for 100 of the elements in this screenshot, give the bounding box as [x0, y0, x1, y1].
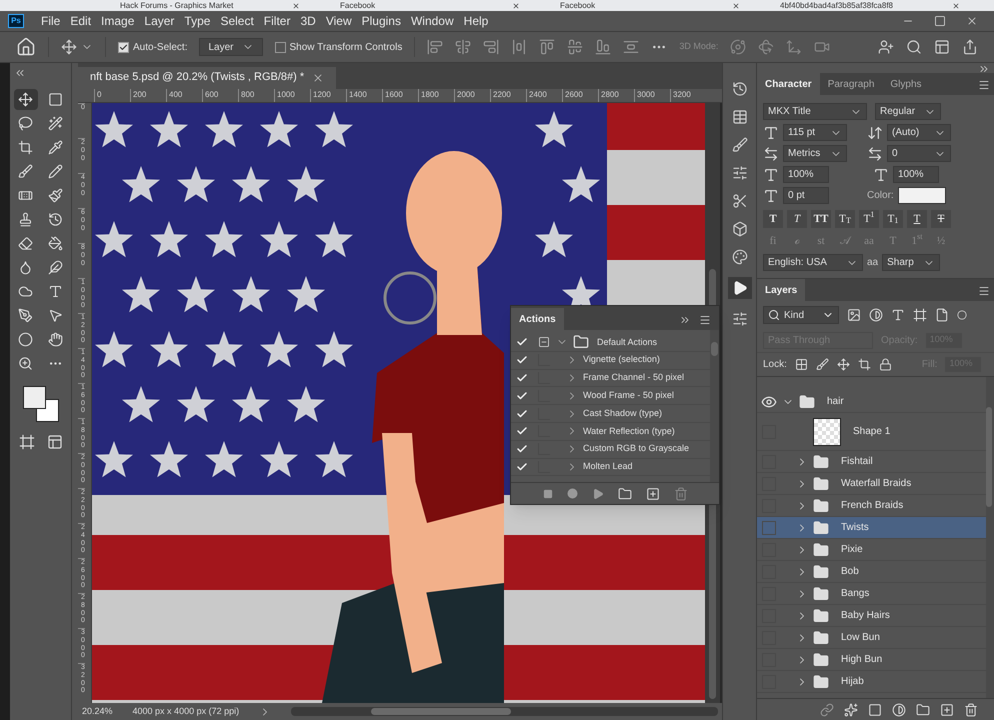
type-filter-icon[interactable] — [891, 308, 905, 322]
menu-item[interactable]: Select — [215, 12, 259, 30]
eye-icon[interactable] — [761, 394, 777, 410]
check-icon[interactable] — [516, 408, 528, 420]
play-icon[interactable] — [592, 488, 604, 500]
delete-icon[interactable] — [964, 702, 978, 716]
browser-tab[interactable]: Hack Forums - Graphics Market — [120, 0, 300, 10]
close-icon[interactable] — [512, 2, 520, 10]
history-icon[interactable] — [732, 81, 748, 97]
tool-button[interactable] — [14, 89, 38, 110]
ellipse-icon[interactable] — [18, 332, 33, 347]
brush-icon[interactable] — [732, 137, 748, 153]
type-style-button[interactable]: T — [931, 210, 951, 228]
properties-icon[interactable] — [732, 311, 748, 327]
scrollbar-thumb[interactable] — [711, 342, 718, 356]
folder-icon[interactable] — [916, 702, 930, 716]
visibility-toggle[interactable] — [762, 520, 776, 534]
new-layer-icon[interactable] — [940, 702, 954, 716]
panel-tab[interactable]: Paragraph — [820, 73, 882, 95]
droplet-icon[interactable] — [18, 260, 33, 275]
target-dropdown[interactable]: Layer — [199, 38, 262, 56]
tracking-field[interactable]: 0 — [887, 145, 951, 162]
type-style-button[interactable]: T — [907, 210, 927, 228]
adjustment-icon[interactable] — [892, 702, 906, 716]
distribute-icon[interactable] — [623, 39, 640, 55]
menu-item[interactable]: File — [36, 12, 66, 30]
home-icon[interactable] — [16, 37, 36, 57]
scrollbar-thumb[interactable] — [371, 708, 512, 716]
magic-wand-icon[interactable] — [48, 116, 63, 131]
type-style-button[interactable]: T — [763, 210, 783, 228]
checkbox[interactable] — [274, 42, 286, 52]
layer-row[interactable]: Twists — [757, 517, 986, 539]
action-row[interactable]: Custom RGB to Grayscale — [511, 440, 710, 459]
palette-icon[interactable] — [732, 249, 748, 265]
paint-bucket-icon[interactable] — [48, 236, 63, 251]
action-row[interactable]: Molten Lead — [511, 458, 710, 476]
collapse-icon[interactable] — [679, 314, 691, 326]
type-style-button[interactable]: T — [787, 210, 807, 228]
menu-item[interactable]: Type — [179, 12, 216, 30]
effects-icon[interactable] — [844, 702, 858, 716]
color-swatches-icon[interactable] — [22, 386, 58, 422]
pencil-icon[interactable] — [48, 164, 63, 179]
bandage-icon[interactable] — [18, 188, 33, 203]
menu-icon[interactable] — [699, 314, 711, 326]
shape-filter-icon[interactable] — [913, 308, 927, 322]
lock-position-icon[interactable] — [836, 358, 850, 371]
lock-pixels-icon[interactable] — [794, 358, 808, 371]
filter-toggle-icon[interactable] — [957, 310, 967, 320]
smart-object-filter-icon[interactable] — [935, 308, 949, 322]
user-add-icon[interactable] — [878, 39, 894, 55]
eyedropper-icon[interactable] — [48, 140, 63, 155]
action-row[interactable]: Frame Channel - 50 pixel — [511, 370, 710, 388]
hand-icon[interactable] — [48, 332, 63, 347]
font-style-dropdown[interactable]: Regular — [875, 103, 941, 120]
lock-artboard-icon[interactable] — [858, 358, 871, 371]
action-row[interactable]: Wood Frame - 50 pixel — [511, 387, 710, 406]
menu-item[interactable]: View — [320, 12, 357, 30]
menu-item[interactable]: Image — [96, 12, 140, 30]
eraser-icon[interactable] — [18, 236, 33, 251]
distribute-icon[interactable] — [511, 39, 528, 55]
panel-tab[interactable]: Actions — [511, 308, 564, 330]
font-family-dropdown[interactable]: MKX Title — [763, 103, 867, 120]
type-icon[interactable] — [48, 284, 63, 299]
align-left-icon[interactable] — [427, 39, 444, 55]
zoom-level[interactable]: 20.24% — [82, 704, 113, 718]
pointer-icon[interactable] — [48, 308, 63, 323]
stamp-icon[interactable] — [18, 212, 33, 227]
vertical-scale-field[interactable]: 100% — [783, 166, 829, 183]
font-size-field[interactable]: 115 pt — [783, 124, 847, 141]
type-style-button[interactable]: TT — [811, 210, 831, 228]
cube-icon[interactable] — [732, 221, 748, 237]
menu-item[interactable]: Edit — [65, 12, 96, 30]
sliders-icon[interactable] — [732, 165, 748, 181]
action-row[interactable]: Vignette (selection) — [511, 352, 710, 370]
menu-item[interactable]: Filter — [258, 12, 296, 30]
folder-icon[interactable] — [618, 486, 632, 500]
close-icon[interactable] — [732, 2, 740, 10]
checkbox[interactable] — [118, 42, 129, 52]
browser-tab[interactable]: Facebook — [560, 0, 740, 10]
horizontal-scale-field[interactable]: 100% — [893, 166, 939, 183]
action-row[interactable]: Default Actions — [511, 334, 710, 352]
align-bottom-icon[interactable] — [595, 39, 612, 55]
close-icon[interactable] — [966, 15, 978, 27]
move-icon[interactable] — [18, 92, 33, 107]
align-center-icon[interactable] — [455, 39, 472, 55]
image-filter-icon[interactable] — [847, 308, 861, 322]
workspace-icon[interactable] — [934, 39, 950, 55]
menu-item[interactable]: 3D — [295, 12, 321, 30]
baseline-shift-field[interactable]: 0 pt — [783, 187, 829, 204]
collapse-icon[interactable] — [14, 67, 26, 79]
quick-mask-icon[interactable] — [18, 434, 34, 450]
type-style-button[interactable]: T$^{1}$ — [859, 210, 879, 228]
align-middle-icon[interactable] — [567, 39, 584, 55]
share-icon[interactable] — [962, 39, 978, 55]
check-icon[interactable] — [516, 390, 528, 402]
record-icon[interactable] — [566, 488, 578, 499]
close-icon[interactable] — [952, 2, 960, 10]
sponge-icon[interactable] — [18, 284, 33, 299]
color-swatch[interactable] — [898, 187, 946, 204]
lock-brush-icon[interactable] — [816, 358, 829, 371]
